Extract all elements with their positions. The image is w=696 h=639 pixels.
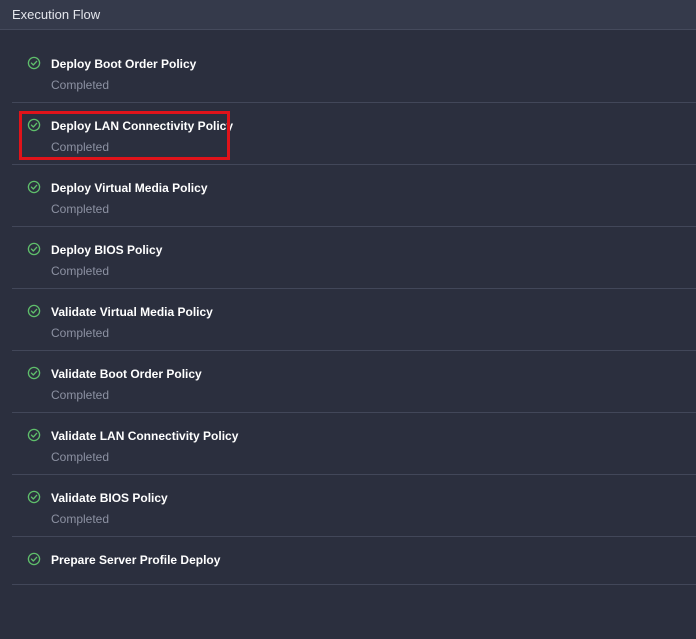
step-title: Validate Virtual Media Policy <box>51 305 213 319</box>
execution-step[interactable]: Validate Virtual Media Policy Completed <box>12 289 696 351</box>
step-status: Completed <box>51 140 110 154</box>
check-circle-icon <box>27 304 41 318</box>
check-circle-icon <box>27 366 41 380</box>
execution-step[interactable]: Deploy Boot Order Policy Completed <box>12 41 696 103</box>
step-title: Deploy BIOS Policy <box>51 243 163 257</box>
step-title: Validate Boot Order Policy <box>51 367 202 381</box>
step-title: Deploy LAN Connectivity Policy <box>51 119 234 133</box>
step-status: Completed <box>51 326 110 340</box>
step-status: Completed <box>51 78 110 92</box>
execution-step[interactable]: Validate Boot Order Policy Completed <box>12 351 696 413</box>
check-circle-icon <box>27 56 41 70</box>
step-status: Completed <box>51 202 110 216</box>
check-circle-icon <box>27 180 41 194</box>
step-title: Validate LAN Connectivity Policy <box>51 429 239 443</box>
check-circle-icon <box>27 490 41 504</box>
execution-step[interactable]: Prepare Server Profile Deploy <box>12 537 696 585</box>
execution-step[interactable]: Validate BIOS Policy Completed <box>12 475 696 537</box>
check-circle-icon <box>27 552 41 566</box>
step-status: Completed <box>51 388 110 402</box>
step-status: Completed <box>51 264 110 278</box>
step-status: Completed <box>51 512 110 526</box>
panel-title: Execution Flow <box>12 7 101 22</box>
panel-header: Execution Flow <box>0 0 696 30</box>
check-circle-icon <box>27 428 41 442</box>
execution-step[interactable]: Deploy BIOS Policy Completed <box>12 227 696 289</box>
step-status: Completed <box>51 450 110 464</box>
execution-step[interactable]: Deploy LAN Connectivity Policy Completed <box>12 103 696 165</box>
execution-step[interactable]: Validate LAN Connectivity Policy Complet… <box>12 413 696 475</box>
step-title: Validate BIOS Policy <box>51 491 168 505</box>
check-circle-icon <box>27 118 41 132</box>
step-title: Deploy Virtual Media Policy <box>51 181 208 195</box>
execution-step[interactable]: Deploy Virtual Media Policy Completed <box>12 165 696 227</box>
step-title: Prepare Server Profile Deploy <box>51 553 221 567</box>
execution-step-list: Deploy Boot Order Policy Completed Deplo… <box>12 41 696 585</box>
check-circle-icon <box>27 242 41 256</box>
step-title: Deploy Boot Order Policy <box>51 57 197 71</box>
